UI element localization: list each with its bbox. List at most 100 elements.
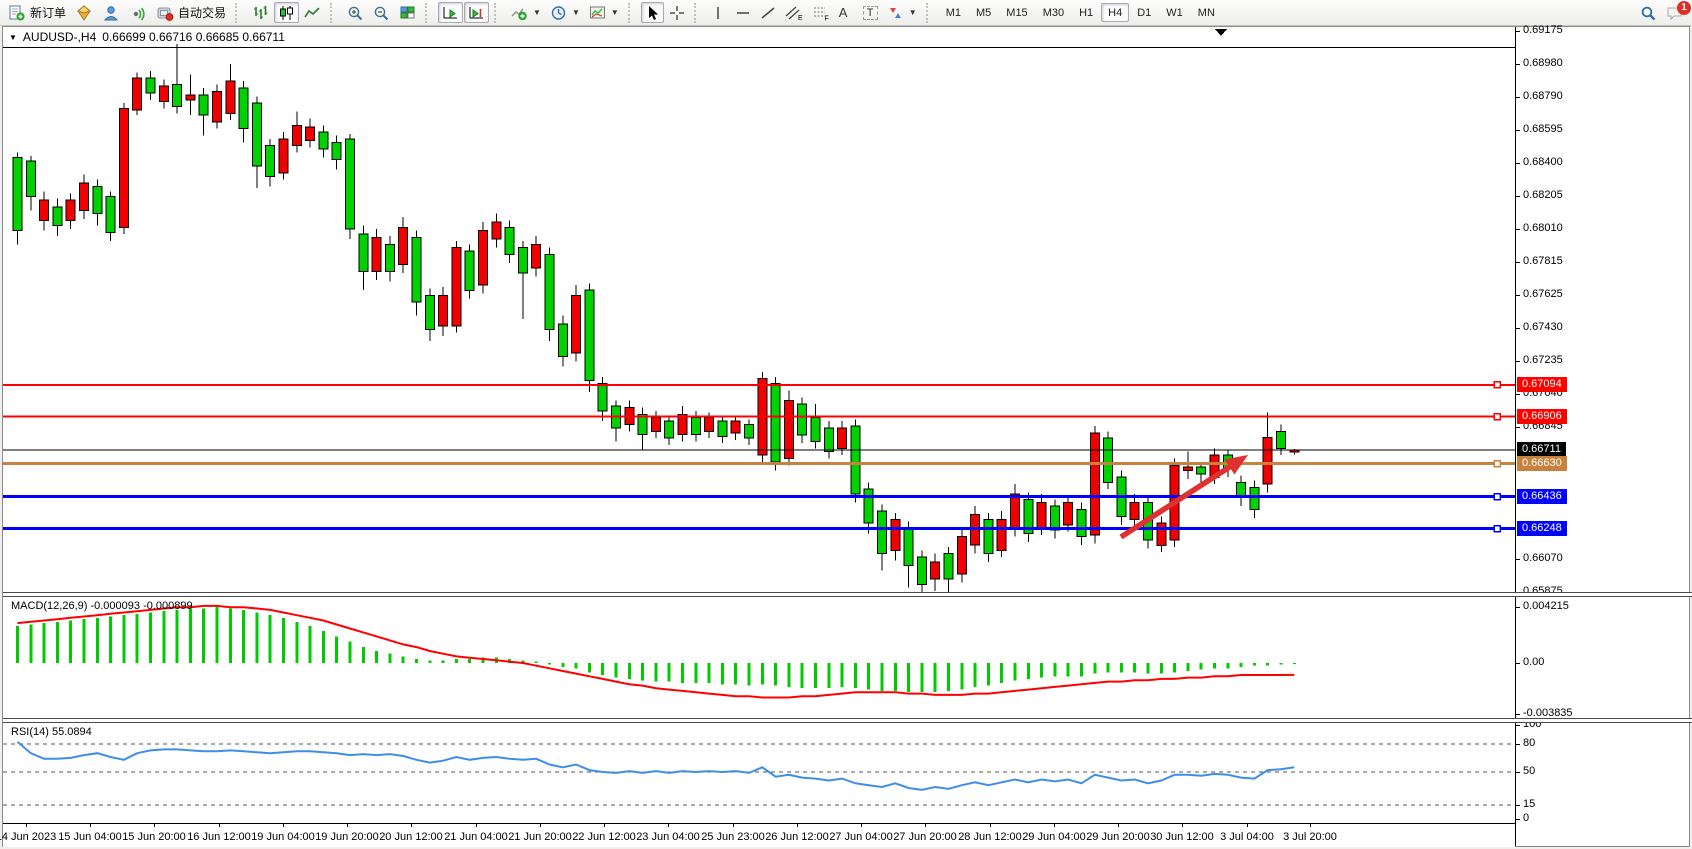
chart-title-bar: ▼ AUDUSD-,H4 0.66699 0.66716 0.66685 0.6…	[3, 27, 1515, 48]
text-label-button[interactable]: T	[859, 2, 882, 23]
time-axis-label: 30 Jun 12:00	[1150, 831, 1214, 843]
zoom-out-icon	[373, 5, 390, 21]
axis-tick-label: 0.67430	[1516, 321, 1563, 335]
line-chart-icon	[304, 5, 321, 21]
time-axis-label: 20 Jun 12:00	[379, 831, 443, 843]
signals-button[interactable]	[125, 2, 151, 23]
auto-scroll-button[interactable]	[438, 2, 463, 23]
autotrading-status-icon	[156, 5, 174, 21]
timeframe-m1-button[interactable]: M1	[939, 3, 968, 22]
time-axis-label: 15 Jun 20:00	[122, 831, 186, 843]
new-order-button[interactable]: 新订单	[4, 2, 70, 23]
tile-windows-button[interactable]	[395, 2, 420, 23]
time-axis-label: 26 Jun 12:00	[765, 831, 829, 843]
crosshair-icon	[669, 5, 685, 21]
toolbar-separator	[926, 3, 934, 23]
time-axis-label: 28 Jun 12:00	[958, 831, 1022, 843]
autotrading-label: 自动交易	[178, 4, 226, 21]
time-axis-label: 3 Jul 20:00	[1283, 831, 1337, 843]
time-axis-label: 27 Jun 20:00	[893, 831, 957, 843]
panel-separator[interactable]	[3, 718, 1692, 723]
vertical-line-button[interactable]	[707, 2, 730, 23]
chart-ohlc-values: 0.66699 0.66716 0.66685 0.66711	[102, 30, 285, 44]
zoom-out-button[interactable]	[369, 2, 394, 23]
time-axis-label: 22 Jun 12:00	[572, 831, 636, 843]
toolbar-separator	[425, 3, 433, 23]
zoom-in-button[interactable]	[343, 2, 368, 23]
trendline-button[interactable]	[756, 2, 780, 23]
price-axis[interactable]: 0.691750.689800.687900.685950.684000.682…	[1515, 27, 1689, 846]
price-line-badge: 0.66436	[1517, 489, 1567, 504]
search-icon	[1640, 5, 1657, 21]
axis-tick-label: 0	[1516, 812, 1529, 826]
time-axis-tick	[1247, 824, 1248, 827]
crosshair-button[interactable]	[665, 2, 689, 23]
gem-icon	[75, 5, 93, 21]
line-chart-button[interactable]	[300, 2, 325, 23]
timeframe-h4-button[interactable]: H4	[1101, 3, 1129, 22]
time-axis-label: 15 Jun 04:00	[58, 831, 122, 843]
timeframe-d1-button[interactable]: D1	[1130, 3, 1158, 22]
candlestick-icon	[278, 5, 295, 21]
text-button[interactable]: A	[835, 2, 858, 23]
periods-button[interactable]: ▼	[546, 2, 584, 23]
autotrading-button[interactable]: 自动交易	[152, 2, 230, 23]
timeframe-mn-button[interactable]: MN	[1191, 3, 1222, 22]
time-axis-tick	[219, 824, 220, 827]
axis-tick-label: 0.68595	[1516, 123, 1563, 137]
time-axis-tick	[283, 824, 284, 827]
chart-dropdown-icon[interactable]: ▼	[9, 33, 17, 42]
price-line-badge: 0.66630	[1517, 456, 1567, 471]
text-a-icon: A	[839, 5, 848, 20]
chart-shift-button[interactable]	[464, 2, 489, 23]
cursor-button[interactable]	[641, 2, 664, 23]
toolbar-separator	[494, 3, 502, 23]
time-axis-label: 21 Jun 20:00	[508, 831, 572, 843]
time-axis-tick	[154, 824, 155, 827]
time-axis-label: 25 Jun 23:00	[701, 831, 765, 843]
timeframe-w1-button[interactable]: W1	[1159, 3, 1190, 22]
bar-chart-button[interactable]	[248, 2, 273, 23]
text-label-icon: T	[863, 6, 878, 20]
notifications-button[interactable]: 1	[1662, 2, 1688, 23]
timeframe-h1-button[interactable]: H1	[1072, 3, 1100, 22]
time-axis[interactable]: 14 Jun 202315 Jun 04:0015 Jun 20:0016 Ju…	[3, 823, 1515, 847]
metaeditor-button[interactable]	[71, 2, 97, 23]
chevron-down-icon: ▼	[611, 8, 619, 17]
time-axis-tick	[26, 824, 27, 827]
toolbar-separator	[694, 3, 702, 23]
axis-tick-label: 0.66070	[1516, 552, 1563, 566]
time-axis-tick	[990, 824, 991, 827]
timeframe-m5-button[interactable]: M5	[969, 3, 998, 22]
macd-indicator-label: MACD(12,26,9) -0.000093 -0.000899	[11, 600, 193, 612]
horizontal-line-button[interactable]	[731, 2, 755, 23]
vertical-line-icon	[711, 5, 725, 21]
axis-tick-label: 0.68400	[1516, 156, 1563, 170]
rsi-indicator-label: RSI(14) 55.0894	[11, 726, 92, 738]
search-button[interactable]	[1636, 2, 1661, 23]
broadcast-icon	[129, 5, 147, 21]
mql5-community-button[interactable]	[98, 2, 124, 23]
time-axis-label: 19 Jun 04:00	[251, 831, 315, 843]
timeframe-m15-button[interactable]: M15	[999, 3, 1034, 22]
time-axis-label: 14 Jun 2023	[0, 831, 56, 843]
new-order-icon	[8, 5, 26, 21]
person-icon	[102, 5, 120, 21]
timeframe-m30-button[interactable]: M30	[1036, 3, 1071, 22]
trading-terminal: 新订单 自动交易 ▼ ▼ ▼	[0, 0, 1692, 849]
candlestick-chart-button[interactable]	[274, 2, 299, 23]
toolbar-separator	[330, 3, 338, 23]
equidistant-channel-button[interactable]: E	[781, 2, 807, 23]
time-axis-label: 19 Jun 20:00	[315, 831, 379, 843]
axis-tick-label: 80	[1516, 737, 1535, 751]
templates-button[interactable]: ▼	[585, 2, 623, 23]
chart-window: ▼ AUDUSD-,H4 0.66699 0.66716 0.66685 0.6…	[2, 26, 1690, 847]
fibo-f-glyph: F	[824, 15, 828, 21]
fibonacci-button[interactable]: F	[808, 2, 834, 23]
time-axis-tick	[1054, 824, 1055, 827]
arrows-button[interactable]: ▼	[883, 2, 921, 23]
price-line-badge: 0.66248	[1517, 521, 1567, 536]
panel-separator[interactable]	[3, 592, 1692, 597]
indicators-button[interactable]: ▼	[507, 2, 545, 23]
axis-tick-label: 15	[1516, 798, 1535, 812]
